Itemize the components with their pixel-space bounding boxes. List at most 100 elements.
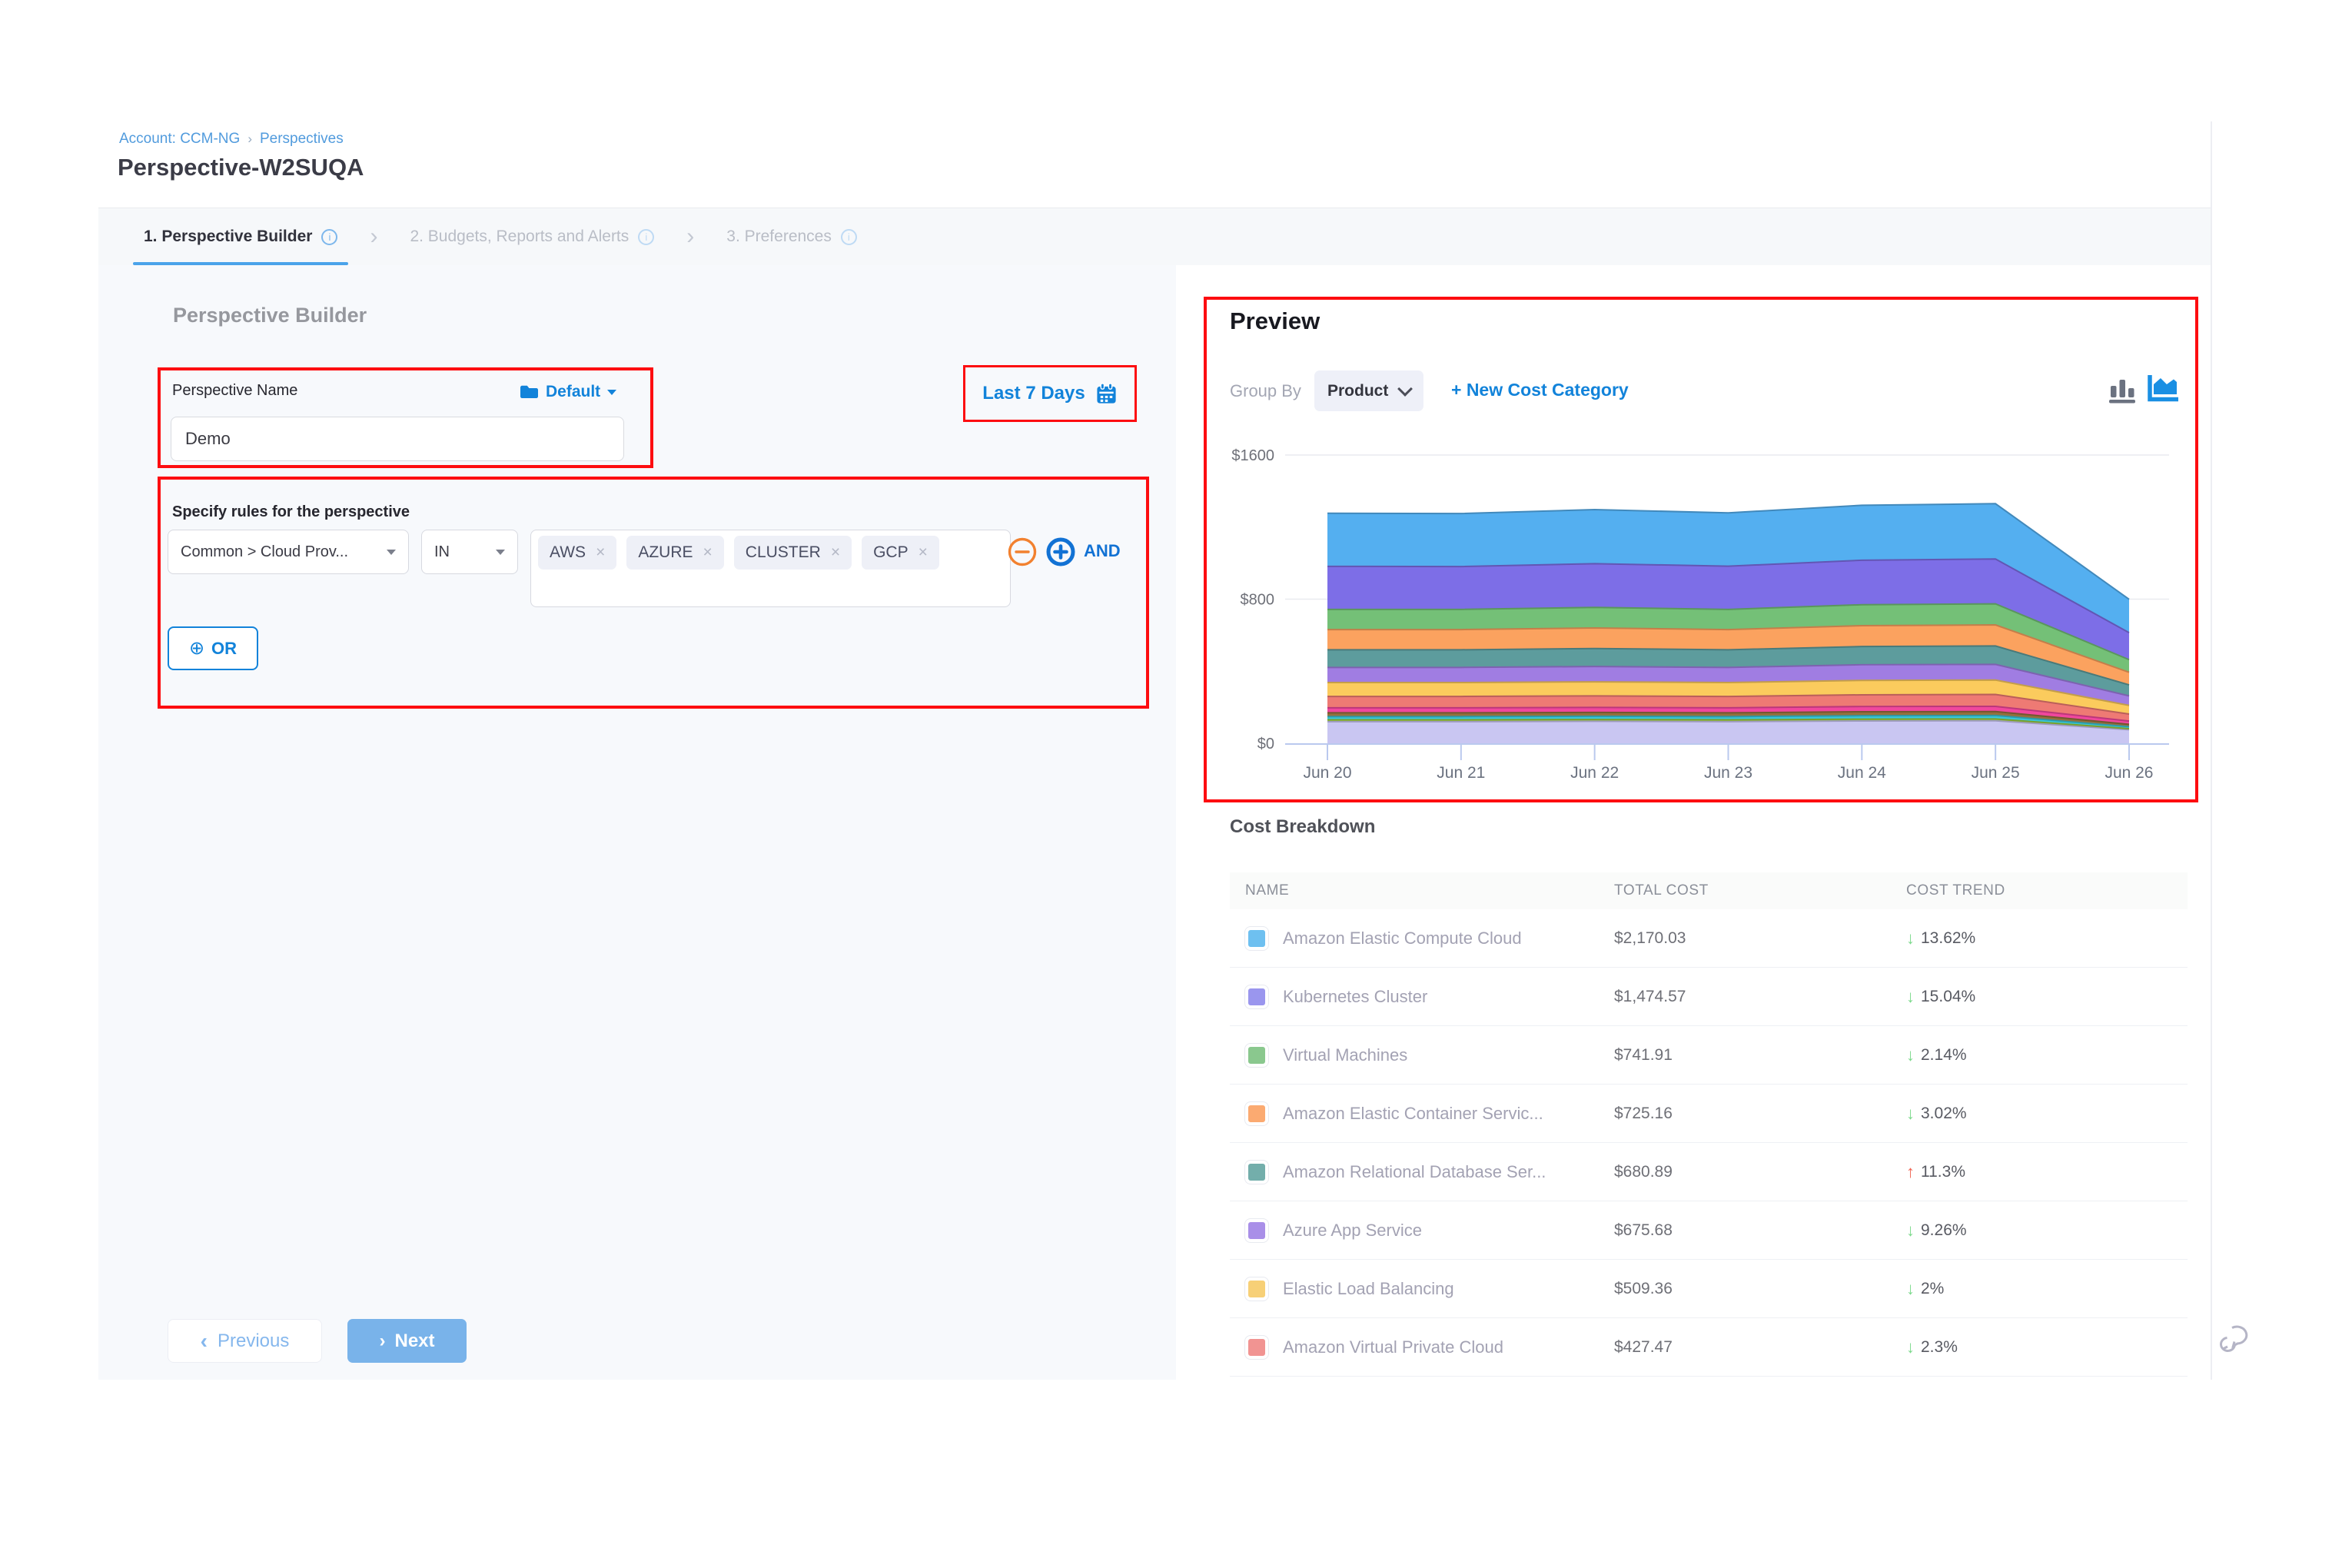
- area-chart-icon[interactable]: [2146, 371, 2181, 409]
- tab-budgets-reports-alerts[interactable]: 2. Budgets, Reports and Alerts i: [399, 208, 665, 265]
- breadcrumb-account-link[interactable]: Account: CCM-NG: [119, 131, 240, 148]
- calendar-icon: [1095, 383, 1118, 405]
- tab-label: 2. Budgets, Reports and Alerts: [410, 228, 629, 246]
- next-button[interactable]: › Next: [347, 1319, 467, 1363]
- tab-preferences[interactable]: 3. Preferences i: [716, 208, 868, 265]
- table-row[interactable]: Amazon Elastic Compute Cloud $2,170.03↓13…: [1230, 909, 2188, 968]
- name-cell: Amazon Elastic Container Servic...: [1245, 1102, 1614, 1125]
- cost-trend-value: ↓ 3.02%: [1906, 1104, 2188, 1124]
- chip-label: AZURE: [638, 543, 693, 562]
- trend-down-arrow-icon: ↓: [1906, 929, 1915, 948]
- rule-operand-dropdown[interactable]: Common > Cloud Prov...: [168, 530, 409, 574]
- table-row[interactable]: Elastic Load Balancing$509.36↓2%: [1230, 1260, 2188, 1318]
- chevron-right-icon: ›: [379, 1330, 385, 1352]
- cost-trend-value: ↓15.04%: [1906, 987, 2188, 1007]
- tab-strip: 1. Perspective Builder i › 2. Budgets, Repo…: [98, 208, 2211, 265]
- remove-value-icon[interactable]: ×: [919, 543, 928, 562]
- service-name-link[interactable]: Amazon Elastic Compute Cloud: [1283, 929, 1522, 948]
- trend-up-arrow-icon: ↑: [1906, 1162, 1915, 1182]
- info-icon[interactable]: i: [638, 229, 654, 245]
- trend-down-arrow-icon: ↓: [1906, 1104, 1915, 1124]
- name-cell: Amazon Relational Database Ser...: [1245, 1161, 1614, 1184]
- trend-percent: 3.02%: [1921, 1105, 1967, 1123]
- next-button-label: Next: [394, 1330, 434, 1352]
- column-chart-icon[interactable]: [2108, 374, 2138, 409]
- series-color-swatch: [1245, 1277, 1268, 1301]
- chip-label: CLUSTER: [746, 543, 821, 562]
- x-axis-label: Jun 25: [1972, 764, 2020, 782]
- table-row[interactable]: Amazon Virtual Private Cloud$427.47↓2.3%: [1230, 1318, 2188, 1377]
- table-row[interactable]: Virtual Machines$741.91↓2.14%: [1230, 1026, 2188, 1085]
- add-rule-icon[interactable]: [1045, 536, 1077, 572]
- chat-bubbles-icon[interactable]: [2218, 1317, 2258, 1361]
- group-by-value: Product: [1327, 382, 1388, 400]
- rule-operator-value: IN: [434, 543, 450, 561]
- service-name-link[interactable]: Virtual Machines: [1283, 1045, 1407, 1065]
- cost-trend-value: ↓2%: [1906, 1279, 2188, 1299]
- trend-down-arrow-icon: ↓: [1906, 1337, 1915, 1357]
- tab-label: 1. Perspective Builder: [144, 228, 312, 246]
- total-cost-value: $2,170.03: [1614, 929, 1906, 948]
- service-name-link[interactable]: Azure App Service: [1283, 1221, 1422, 1241]
- trend-percent: 15.04%: [1921, 988, 1975, 1006]
- and-operator-label[interactable]: AND: [1084, 541, 1121, 561]
- chevron-down-icon: [607, 390, 616, 395]
- table-row[interactable]: Amazon Elastic Container Servic...$725.1…: [1230, 1085, 2188, 1143]
- chevron-down-icon: [496, 550, 505, 555]
- x-axis-label: Jun 20: [1303, 764, 1351, 782]
- table-row[interactable]: Kubernetes Cluster$1,474.57↓15.04%: [1230, 968, 2188, 1026]
- perspective-name-label: Perspective Name: [172, 382, 297, 400]
- service-name-link[interactable]: Amazon Relational Database Ser...: [1283, 1162, 1546, 1182]
- tab-perspective-builder[interactable]: 1. Perspective Builder i: [133, 208, 348, 265]
- chevron-left-icon: ‹: [201, 1329, 208, 1354]
- table-row[interactable]: Azure App Service$675.68↓9.26%: [1230, 1201, 2188, 1260]
- chevron-down-icon: [1397, 381, 1413, 397]
- table-header-row: NAME TOTAL COST COST TREND: [1230, 872, 2188, 909]
- service-name-link[interactable]: Kubernetes Cluster: [1283, 987, 1427, 1007]
- remove-value-icon[interactable]: ×: [831, 543, 840, 562]
- x-axis-label: Jun 21: [1437, 764, 1485, 782]
- service-name-link[interactable]: Amazon Virtual Private Cloud: [1283, 1337, 1503, 1357]
- tab-separator-chevron: ›: [370, 224, 377, 250]
- remove-rule-icon[interactable]: [1006, 536, 1038, 572]
- y-axis-label: $0: [1257, 736, 1274, 752]
- table-row[interactable]: Amazon Relational Database Ser...$680.89…: [1230, 1143, 2188, 1201]
- add-or-rule-button[interactable]: ⊕ OR: [168, 626, 258, 670]
- folder-icon: [520, 384, 539, 400]
- new-cost-category-button[interactable]: + New Cost Category: [1451, 380, 1629, 400]
- previous-button[interactable]: ‹ Previous: [168, 1319, 322, 1363]
- group-by-dropdown[interactable]: Product: [1314, 370, 1423, 411]
- info-icon[interactable]: i: [321, 229, 337, 245]
- group-by-label: Group By: [1230, 381, 1301, 401]
- folder-selector[interactable]: Default: [520, 383, 616, 401]
- breadcrumb-separator: ›: [247, 131, 252, 147]
- name-cell: Virtual Machines: [1245, 1044, 1614, 1067]
- breadcrumb-perspectives-link[interactable]: Perspectives: [260, 131, 344, 148]
- trend-down-arrow-icon: ↓: [1906, 1045, 1915, 1065]
- series-color-swatch: [1245, 1161, 1268, 1184]
- info-icon[interactable]: i: [841, 229, 857, 245]
- y-axis-label: $1600: [1231, 447, 1274, 464]
- stacked-area-chart-svg: $0$800$1600Jun 20Jun 21Jun 22Jun 23Jun 2…: [1230, 430, 2183, 792]
- perspective-builder-page: Account: CCM-NG › Perspectives Perspecti…: [0, 0, 2352, 1568]
- x-axis-label: Jun 24: [1838, 764, 1886, 782]
- rule-value-chip: GCP×: [862, 536, 939, 570]
- x-axis-label: Jun 23: [1704, 764, 1752, 782]
- chip-label: AWS: [550, 543, 586, 562]
- name-cell: Kubernetes Cluster: [1245, 985, 1614, 1008]
- cost-trend-value: ↓13.62%: [1906, 929, 2188, 948]
- cost-preview-chart[interactable]: $0$800$1600Jun 20Jun 21Jun 22Jun 23Jun 2…: [1230, 430, 2183, 792]
- remove-value-icon[interactable]: ×: [596, 543, 605, 562]
- date-range-selector[interactable]: Last 7 Days: [963, 365, 1137, 422]
- series-color-swatch: [1245, 1044, 1268, 1067]
- rule-operator-dropdown[interactable]: IN: [421, 530, 518, 574]
- area-series-other-0: [1327, 721, 2129, 743]
- tab-label: 3. Preferences: [726, 228, 832, 246]
- content-right-border: [2211, 121, 2212, 1380]
- perspective-name-input[interactable]: [171, 417, 624, 461]
- rule-values-input[interactable]: AWS×AZURE×CLUSTER×GCP×: [530, 530, 1011, 607]
- service-name-link[interactable]: Amazon Elastic Container Servic...: [1283, 1104, 1543, 1124]
- service-name-link[interactable]: Elastic Load Balancing: [1283, 1279, 1454, 1299]
- trend-percent: 11.3%: [1921, 1163, 1965, 1181]
- remove-value-icon[interactable]: ×: [703, 543, 713, 562]
